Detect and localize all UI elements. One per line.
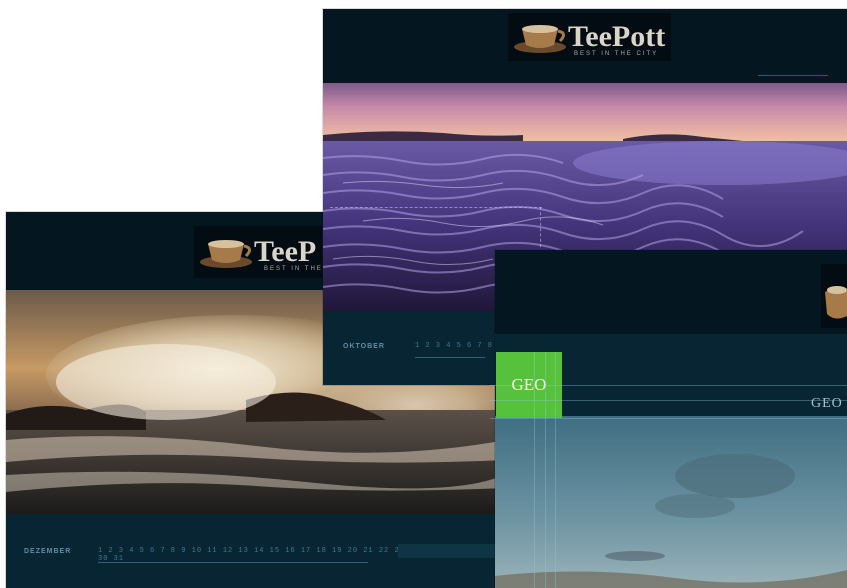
- brand-logo-partial: [821, 264, 847, 328]
- calendar-month-label: DEZEMBER: [24, 548, 72, 555]
- brand-logo: TeeP BEST IN THE CITY: [194, 226, 346, 278]
- guide-line: [330, 207, 542, 209]
- calendar-rule: [415, 357, 485, 358]
- sky-photo: [495, 416, 847, 588]
- brand-logo: TeePott BEST IN THE CITY: [508, 13, 672, 61]
- calendar-card-geo-sky: GEO: [495, 250, 847, 588]
- card-header: [495, 250, 847, 334]
- guide-line: [490, 385, 847, 386]
- calendar-days-row: 1 2 3 4 5 6 7 8 9: [415, 342, 504, 350]
- header-rule: [758, 75, 828, 76]
- guide-line: [545, 352, 546, 588]
- geo-wordmark: GEO: [811, 396, 843, 411]
- teacup-icon: [514, 25, 566, 53]
- brand-tagline: BEST IN THE CITY: [574, 51, 659, 57]
- teacup-icon: [200, 240, 252, 268]
- calendar-rule: [98, 562, 368, 563]
- guide-line: [490, 418, 847, 419]
- brand-name: TeePott: [568, 20, 666, 53]
- calendar-month-label: OKTOBER: [343, 343, 385, 350]
- brand-name: TeeP: [254, 235, 317, 268]
- guide-line: [555, 352, 556, 588]
- guide-line: [490, 400, 847, 401]
- teacup-icon: [825, 286, 847, 319]
- calendar-mockup-composition: TeeP BEST IN THE CITY DEZEMBER 1 2 3 4 5…: [0, 0, 847, 588]
- calendar-rule: [398, 544, 498, 558]
- guide-line: [534, 352, 535, 588]
- guide-line: [540, 207, 542, 247]
